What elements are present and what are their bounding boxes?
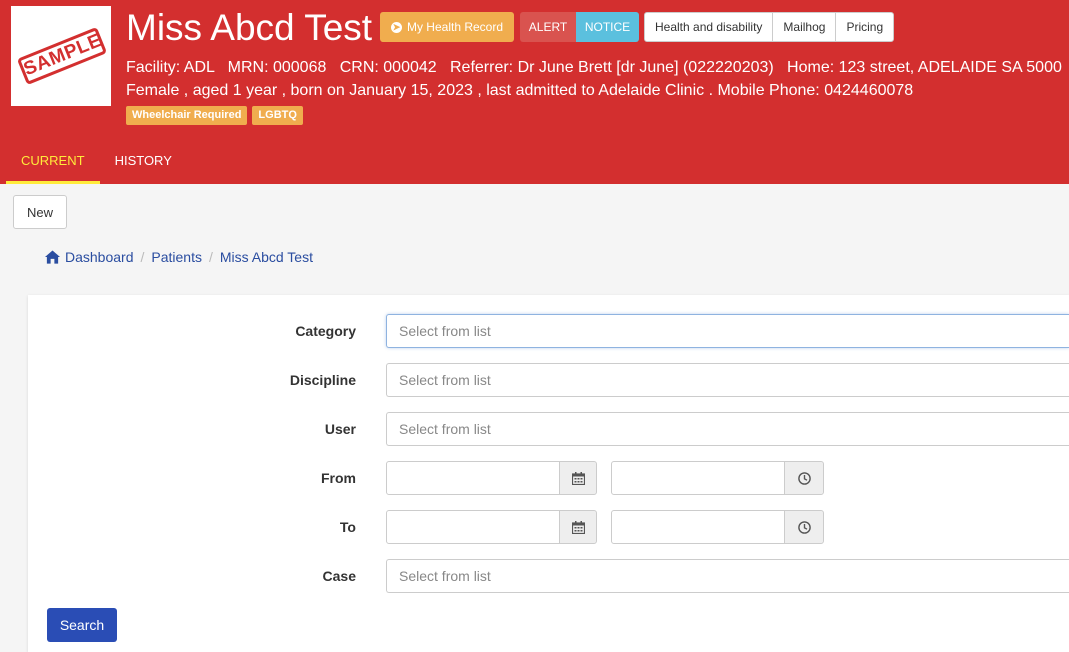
to-date-input[interactable]	[386, 510, 560, 544]
mailhog-link[interactable]: Mailhog	[773, 13, 837, 41]
patient-tags: Wheelchair Required LGBTQ	[126, 106, 303, 125]
patient-tabs: CURRENT HISTORY	[6, 145, 187, 184]
patient-name: Miss Abcd Test	[126, 7, 373, 48]
breadcrumb-separator: /	[140, 249, 145, 265]
alert-button[interactable]: ALERT	[520, 12, 576, 42]
case-label: Case	[322, 568, 356, 584]
to-label: To	[339, 519, 356, 535]
my-health-record-button[interactable]: ➤ My Health Record	[380, 12, 514, 42]
new-button[interactable]: New	[13, 195, 67, 229]
search-button[interactable]: Search	[47, 608, 117, 642]
breadcrumb-patients[interactable]: Patients	[151, 249, 202, 265]
breadcrumb-current[interactable]: Miss Abcd Test	[220, 249, 313, 265]
to-time-picker-button[interactable]	[784, 510, 824, 544]
patient-info-line-1: Facility: ADL MRN: 000068 CRN: 000042 Re…	[126, 59, 1062, 76]
notice-button[interactable]: NOTICE	[576, 12, 639, 42]
breadcrumb-separator: /	[208, 249, 213, 265]
tab-history[interactable]: HISTORY	[100, 145, 187, 184]
tab-current[interactable]: CURRENT	[6, 145, 100, 184]
search-form-panel: Category Select from list Discipline Sel…	[28, 295, 1069, 652]
calendar-icon	[571, 471, 585, 485]
from-time-input[interactable]	[611, 461, 785, 495]
breadcrumb-dashboard[interactable]: Dashboard	[65, 249, 134, 265]
patient-info-line-2: Female , aged 1 year , born on January 1…	[126, 82, 914, 99]
patient-photo: SAMPLE	[11, 6, 111, 106]
my-health-record-label: My Health Record	[406, 20, 504, 34]
lgbtq-tag: LGBTQ	[252, 106, 303, 125]
from-time-picker-button[interactable]	[784, 461, 824, 495]
to-time-input[interactable]	[611, 510, 785, 544]
from-date-picker-button[interactable]	[559, 461, 597, 495]
case-select[interactable]: Select from list	[386, 559, 1069, 593]
wheelchair-required-tag: Wheelchair Required	[126, 106, 248, 125]
arrow-circle-right-icon: ➤	[390, 21, 402, 33]
clock-icon	[797, 520, 811, 534]
user-select[interactable]: Select from list	[386, 412, 1069, 446]
patient-header: SAMPLE Miss Abcd Test ➤ My Health Record…	[0, 0, 1069, 184]
to-date-picker-button[interactable]	[559, 510, 597, 544]
from-label: From	[321, 470, 356, 486]
pricing-link[interactable]: Pricing	[836, 13, 893, 41]
breadcrumb: Dashboard / Patients / Miss Abcd Test	[45, 249, 313, 265]
sample-stamp: SAMPLE	[16, 26, 108, 86]
category-select[interactable]: Select from list	[386, 314, 1069, 348]
clock-icon	[797, 471, 811, 485]
user-label: User	[324, 421, 356, 437]
discipline-select[interactable]: Select from list	[386, 363, 1069, 397]
calendar-icon	[571, 520, 585, 534]
category-label: Category	[295, 323, 356, 339]
home-icon	[45, 250, 60, 264]
from-date-input[interactable]	[386, 461, 560, 495]
health-and-disability-link[interactable]: Health and disability	[645, 13, 774, 41]
header-link-group: Health and disability Mailhog Pricing	[644, 12, 895, 42]
discipline-label: Discipline	[289, 372, 356, 388]
